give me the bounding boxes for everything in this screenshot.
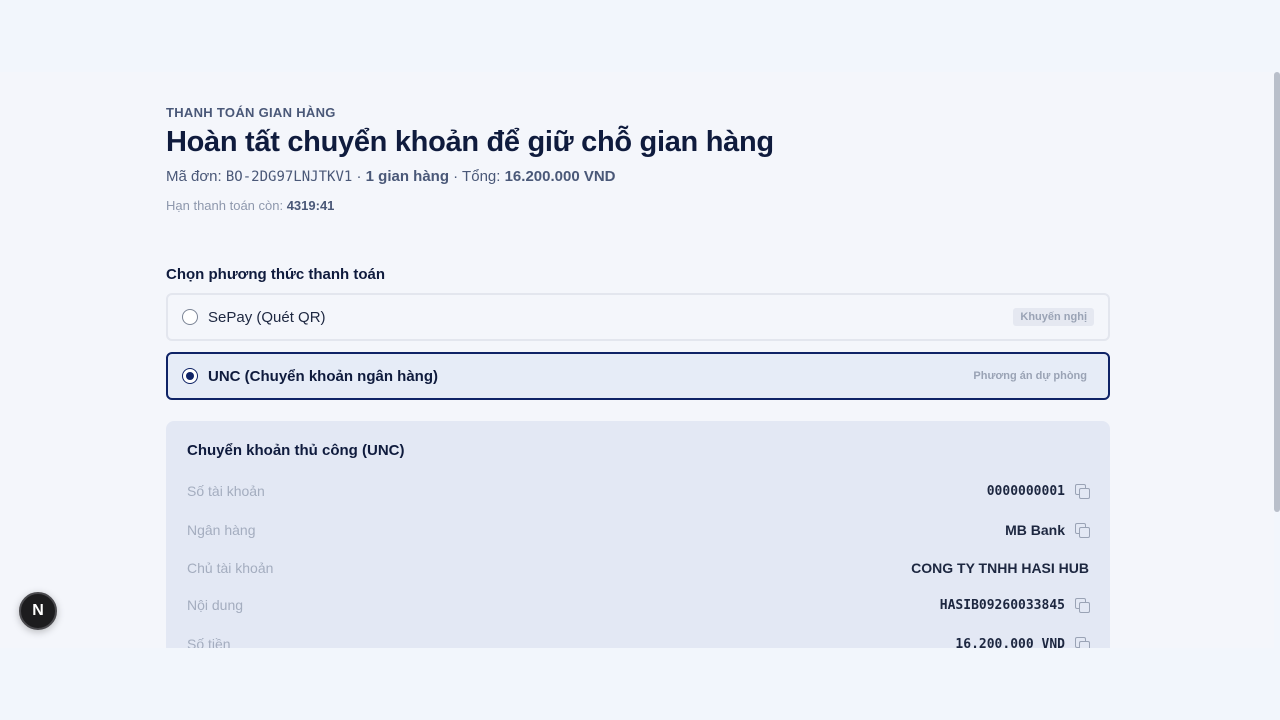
- page-title: Hoàn tất chuyển khoản để giữ chỗ gian hà…: [166, 126, 774, 158]
- separator: ·: [352, 168, 366, 185]
- transfer-content-row: Nội dung HASIB09260033845: [187, 595, 1090, 615]
- deadline-label: Hạn thanh toán còn:: [166, 198, 287, 213]
- payment-deadline: Hạn thanh toán còn: 4319:41: [166, 198, 334, 213]
- copy-icon[interactable]: [1075, 523, 1090, 538]
- option-label: UNC (Chuyển khoản ngân hàng): [208, 367, 438, 385]
- payment-option-unc[interactable]: UNC (Chuyển khoản ngân hàng) Phương án d…: [166, 352, 1110, 400]
- page-eyebrow: THANH TOÁN GIAN HÀNG: [166, 105, 336, 120]
- bank-row: Ngân hàng MB Bank: [187, 520, 1090, 540]
- recommended-badge: Khuyến nghị: [1013, 308, 1094, 326]
- booth-count: 1 gian hàng: [365, 168, 449, 185]
- amount-value: 16.200.000 VND: [955, 636, 1065, 649]
- fallback-badge: Phương án dự phòng: [973, 370, 1087, 382]
- total-label: · Tổng:: [449, 168, 505, 185]
- order-summary: Mã đơn: BO-2DG97LNJTKV1 · 1 gian hàng · …: [166, 168, 616, 185]
- row-label: Nội dung: [187, 597, 244, 613]
- transfer-content-value: HASIB09260033845: [939, 597, 1065, 613]
- account-number-row: Số tài khoản 0000000001: [187, 481, 1090, 501]
- row-label: Chủ tài khoản: [187, 560, 274, 576]
- bottom-band: [0, 648, 1280, 720]
- row-label: Số tiền: [187, 636, 231, 648]
- copy-icon[interactable]: [1075, 484, 1090, 499]
- order-label: Mã đơn:: [166, 168, 226, 185]
- top-band: [0, 0, 1280, 72]
- bank-value: MB Bank: [1005, 522, 1065, 538]
- manual-transfer-panel: Chuyển khoản thủ công (UNC) Số tài khoản…: [166, 421, 1110, 648]
- radio-button-checked[interactable]: [182, 368, 198, 384]
- nextjs-dev-button[interactable]: N: [19, 592, 57, 630]
- account-holder-row: Chủ tài khoản CONG TY TNHH HASI HUB: [187, 558, 1089, 578]
- order-code: BO-2DG97LNJTKV1: [225, 169, 353, 185]
- copy-icon[interactable]: [1075, 637, 1090, 648]
- panel-title: Chuyển khoản thủ công (UNC): [187, 442, 405, 459]
- payment-option-sepay[interactable]: SePay (Quét QR) Khuyến nghị: [166, 293, 1110, 341]
- order-total: 16.200.000 VND: [504, 168, 616, 185]
- n-logo-icon: N: [32, 602, 44, 619]
- option-label: SePay (Quét QR): [208, 308, 326, 326]
- checkout-page: THANH TOÁN GIAN HÀNG Hoàn tất chuyển kho…: [0, 72, 1274, 648]
- copy-icon[interactable]: [1075, 598, 1090, 613]
- account-holder-value: CONG TY TNHH HASI HUB: [911, 560, 1089, 576]
- deadline-countdown: 4319:41: [286, 198, 335, 213]
- row-label: Số tài khoản: [187, 483, 265, 499]
- radio-button[interactable]: [182, 309, 198, 325]
- row-label: Ngân hàng: [187, 522, 256, 538]
- scrollbar[interactable]: [1274, 72, 1280, 512]
- amount-row: Số tiền 16.200.000 VND: [187, 634, 1090, 649]
- account-number-value: 0000000001: [986, 483, 1065, 499]
- payment-method-heading: Chọn phương thức thanh toán: [166, 266, 386, 283]
